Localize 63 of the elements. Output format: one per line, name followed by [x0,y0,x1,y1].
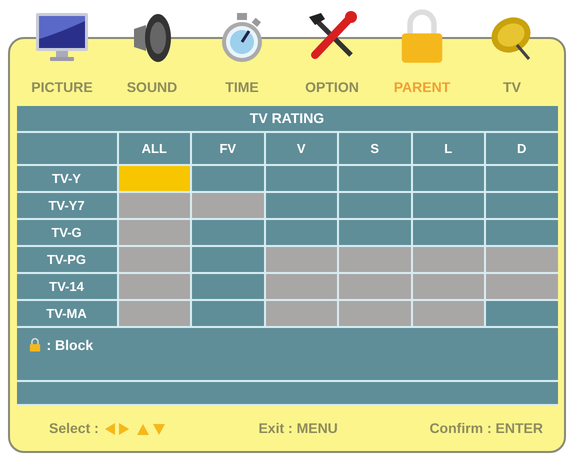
column-header: S [339,133,410,164]
row-header: TV-14 [16,274,116,299]
rating-cell[interactable] [339,301,410,326]
rating-cell[interactable] [266,274,337,299]
rating-cell[interactable] [412,220,484,245]
legend-text: : Block [46,338,94,353]
row-header: TV-MA [16,301,116,326]
padlock-icon [399,9,445,65]
rating-cell[interactable] [118,274,190,299]
menu-tab[interactable]: OPTION [305,77,359,98]
rating-cell[interactable] [412,193,484,218]
rating-cell[interactable] [192,301,264,326]
row-header: TV-Y7 [16,193,116,218]
rating-cell[interactable] [412,301,484,326]
rating-cell[interactable] [486,301,558,326]
row-header: TV-PG [16,247,116,272]
menu-tab[interactable]: PARENT [394,77,450,98]
select-hint: Select : [49,419,99,438]
row-header: TV-Y [16,166,116,191]
stopwatch-icon [219,11,265,65]
rating-cell[interactable] [192,193,264,218]
rating-cell[interactable] [266,301,337,326]
rating-cell[interactable] [266,220,337,245]
rating-cell[interactable] [118,193,190,218]
rating-cell[interactable] [118,166,190,191]
arrow-keys-icon [104,422,167,434]
column-header: V [266,133,337,164]
rating-cell[interactable] [266,166,337,191]
rating-cell[interactable] [339,166,410,191]
menu-tab[interactable]: TV [503,77,521,98]
rating-cell[interactable] [412,247,484,272]
rating-cell[interactable] [339,193,410,218]
row-header: TV-G [16,220,116,245]
rating-cell[interactable] [412,166,484,191]
rating-cell[interactable] [118,247,190,272]
menu-tab[interactable]: PICTURE [31,77,93,98]
rating-cell[interactable] [266,193,337,218]
rating-cell[interactable] [486,274,558,299]
rating-cell[interactable] [486,193,558,218]
rating-cell[interactable] [118,220,190,245]
column-header: L [412,133,484,164]
rating-cell[interactable] [192,166,264,191]
confirm-hint: Confirm : ENTER [429,419,543,438]
rating-cell[interactable] [486,220,558,245]
column-header: FV [192,133,264,164]
rating-cell[interactable] [266,247,337,272]
rating-cell[interactable] [192,274,264,299]
rating-cell[interactable] [339,220,410,245]
padlock-icon [28,338,40,352]
menu-tab[interactable]: SOUND [126,77,178,98]
rating-cell[interactable] [486,247,558,272]
rating-cell[interactable] [192,247,264,272]
column-header: D [486,133,558,164]
table-title: TV RATING [16,106,558,131]
exit-hint: Exit : MENU [258,419,338,438]
rating-cell[interactable] [339,274,410,299]
rating-cell[interactable] [339,247,410,272]
column-header: ALL [118,133,190,164]
menu-tab[interactable]: TIME [225,77,259,98]
rating-cell[interactable] [118,301,190,326]
rating-cell[interactable] [192,220,264,245]
rating-cell[interactable] [412,274,484,299]
rating-cell[interactable] [486,166,558,191]
